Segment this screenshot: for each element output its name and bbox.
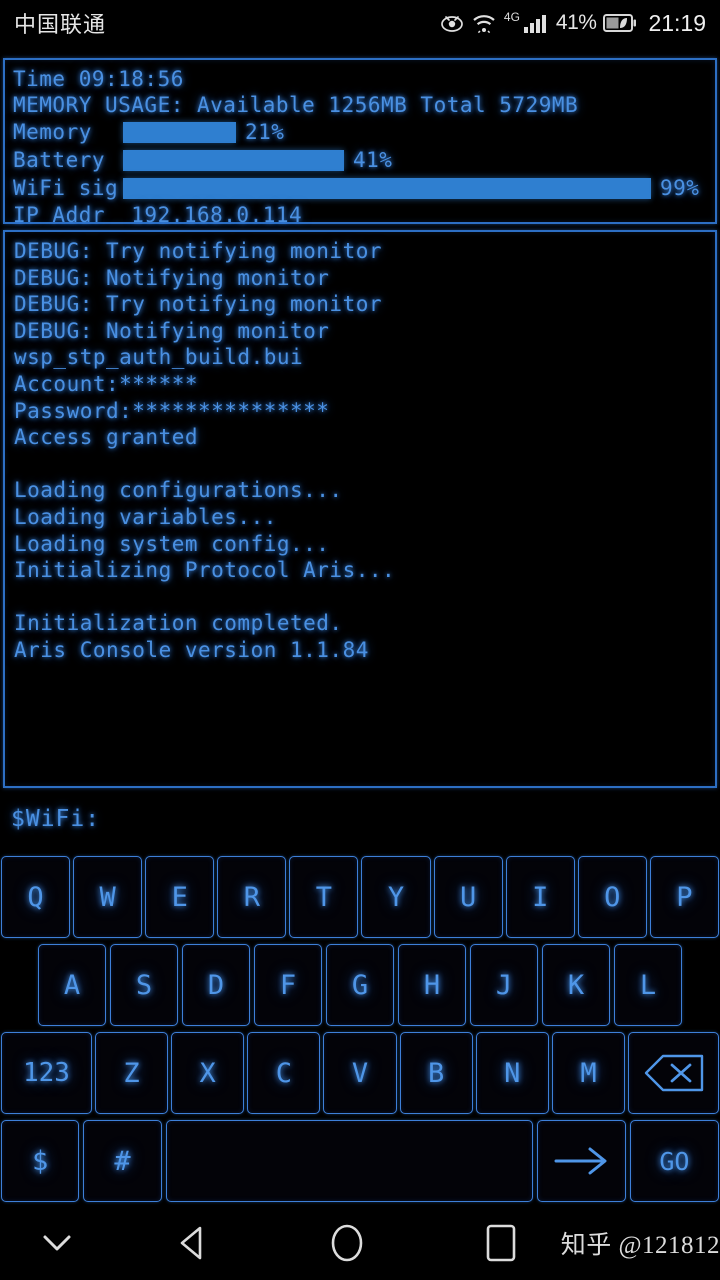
key-e[interactable]: E bbox=[145, 856, 215, 938]
console-line: Aris Console version 1.1.84 bbox=[14, 637, 369, 662]
console-line: Password:*************** bbox=[14, 398, 330, 423]
key-f[interactable]: F bbox=[254, 944, 322, 1026]
wifi-signal-bar-percent: 99% bbox=[660, 176, 700, 200]
carrier-label: 中国联通 bbox=[14, 12, 107, 37]
chevron-down-icon[interactable] bbox=[0, 1206, 115, 1280]
memory-usage-line: MEMORY USAGE: Available 1256MB Total 572… bbox=[13, 93, 579, 117]
key-u[interactable]: U bbox=[433, 856, 503, 938]
ip-address-line: IP Addr 192.168.0.114 bbox=[13, 203, 303, 227]
key-numeric-switch[interactable]: 123 bbox=[1, 1032, 92, 1114]
key-t[interactable]: T bbox=[289, 856, 359, 938]
keyboard-row-1: QWERTYUIOP bbox=[0, 856, 720, 942]
memory-bar-label: Memory bbox=[13, 120, 119, 144]
arrow-right-icon[interactable] bbox=[536, 1120, 626, 1202]
clock-label: 21:19 bbox=[648, 9, 706, 36]
status-bar: 中国联通 4G 41% 21:19 bbox=[0, 0, 720, 46]
key-h[interactable]: H bbox=[398, 944, 466, 1026]
wifi-signal-bar-fill bbox=[123, 177, 651, 199]
console-line: DEBUG: Notifying monitor bbox=[14, 318, 330, 343]
status-icons-group: 4G 41% 21:19 bbox=[440, 10, 706, 37]
recents-square-icon[interactable] bbox=[444, 1206, 559, 1280]
console-line: Account:****** bbox=[14, 371, 199, 396]
console-line: wsp_stp_auth_build.bui bbox=[14, 345, 304, 370]
console-line: Loading variables... bbox=[14, 504, 277, 529]
phone-screen: 中国联通 4G 41% 21:19 Time 09:18:56 MEMORY U… bbox=[0, 0, 720, 1280]
eye-comfort-icon bbox=[440, 12, 464, 34]
key-symbol-dollar[interactable]: $ bbox=[1, 1120, 80, 1202]
prompt-label: $WiFi: bbox=[11, 806, 101, 832]
key-c[interactable]: C bbox=[247, 1032, 321, 1114]
system-status-panel: Time 09:18:56 MEMORY USAGE: Available 12… bbox=[3, 58, 717, 227]
key-i[interactable]: I bbox=[505, 856, 575, 938]
keyboard-row-2: ASDFGHJKL bbox=[0, 944, 720, 1030]
key-space[interactable] bbox=[165, 1120, 533, 1202]
key-k[interactable]: K bbox=[542, 944, 610, 1026]
console-output-panel[interactable]: DEBUG: Try notifying monitor DEBUG: Notif… bbox=[3, 230, 717, 788]
battery-bar-label: Battery bbox=[13, 148, 119, 172]
key-g[interactable]: G bbox=[326, 944, 394, 1026]
console-line: Loading configurations... bbox=[14, 478, 343, 503]
key-l[interactable]: L bbox=[614, 944, 682, 1026]
key-v[interactable]: V bbox=[323, 1032, 397, 1114]
signal-bars-icon bbox=[523, 12, 549, 34]
time-line: Time 09:18:56 bbox=[13, 67, 184, 91]
console-line: Loading system config... bbox=[14, 531, 330, 556]
console-line: Access granted bbox=[14, 425, 199, 450]
wifi-signal-bar-row: WiFi sig 99% bbox=[13, 174, 715, 202]
key-s[interactable]: S bbox=[110, 944, 178, 1026]
command-prompt[interactable]: $WiFi: bbox=[11, 806, 102, 832]
network-type-label: 4G bbox=[503, 10, 520, 24]
battery-percent-label: 41% bbox=[555, 11, 597, 34]
battery-bar-percent: 41% bbox=[353, 148, 393, 172]
console-line: DEBUG: Try notifying monitor bbox=[14, 239, 383, 263]
backspace-icon[interactable] bbox=[628, 1032, 719, 1114]
key-q[interactable]: Q bbox=[1, 856, 71, 938]
key-p[interactable]: P bbox=[649, 856, 719, 938]
keyboard-row-4: $ # GO bbox=[0, 1120, 720, 1206]
battery-bar-fill bbox=[123, 149, 344, 171]
on-screen-keyboard[interactable]: QWERTYUIOP ASDFGHJKL 123 Z X C V B N M $ # GO bbox=[0, 856, 720, 1206]
console-line: Initialization completed. bbox=[14, 611, 343, 636]
wifi-icon bbox=[471, 12, 497, 34]
key-symbol-hash[interactable]: # bbox=[83, 1120, 162, 1202]
key-a[interactable]: A bbox=[38, 944, 106, 1026]
navigation-bar: 知乎 @121812 bbox=[0, 1206, 720, 1280]
console-line: Initializing Protocol Aris... bbox=[14, 558, 396, 583]
memory-bar-row: Memory 21% bbox=[13, 118, 715, 146]
key-d[interactable]: D bbox=[182, 944, 250, 1026]
home-circle-icon[interactable] bbox=[289, 1206, 404, 1280]
back-triangle-icon[interactable] bbox=[135, 1206, 250, 1280]
key-n[interactable]: N bbox=[475, 1032, 549, 1114]
battery-icon bbox=[603, 13, 637, 33]
key-o[interactable]: O bbox=[577, 856, 647, 938]
key-b[interactable]: B bbox=[399, 1032, 473, 1114]
memory-bar-fill bbox=[123, 121, 236, 143]
watermark-label: 知乎 @121812 bbox=[560, 1232, 720, 1259]
key-m[interactable]: M bbox=[551, 1032, 626, 1114]
key-y[interactable]: Y bbox=[361, 856, 431, 938]
key-j[interactable]: J bbox=[470, 944, 538, 1026]
key-w[interactable]: W bbox=[73, 856, 143, 938]
key-r[interactable]: R bbox=[217, 856, 287, 938]
key-go[interactable]: GO bbox=[629, 1120, 719, 1202]
key-z[interactable]: Z bbox=[94, 1032, 169, 1114]
wifi-signal-bar-label: WiFi sig bbox=[13, 176, 119, 200]
battery-bar-row: Battery 41% bbox=[13, 146, 715, 174]
keyboard-row-3: 123 Z X C V B N M bbox=[0, 1032, 720, 1118]
console-line: DEBUG: Try notifying monitor bbox=[14, 292, 383, 317]
key-x[interactable]: X bbox=[171, 1032, 245, 1114]
memory-bar-percent: 21% bbox=[245, 120, 285, 144]
console-line: DEBUG: Notifying monitor bbox=[14, 265, 330, 290]
